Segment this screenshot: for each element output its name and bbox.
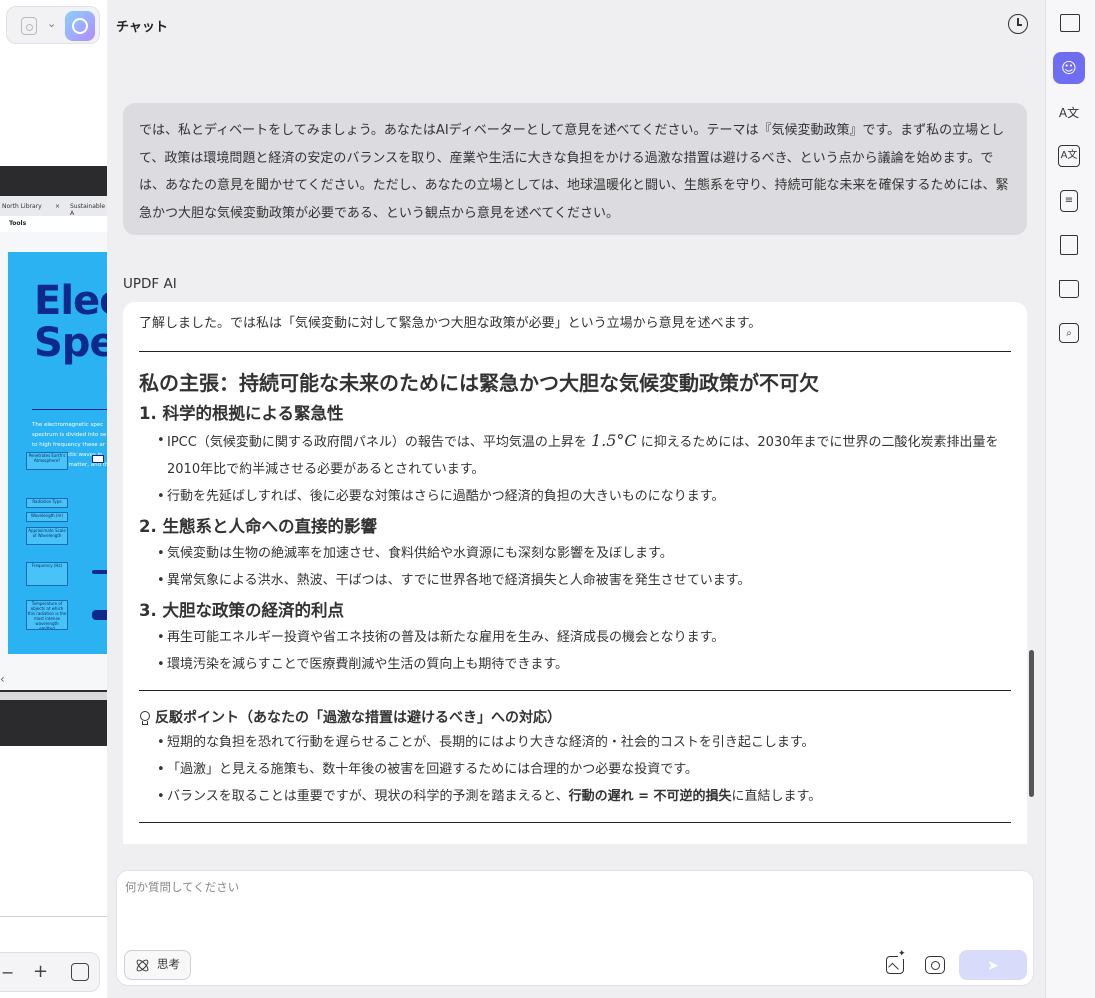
book-sparkle-icon[interactable] [1060, 14, 1080, 32]
list-item: 短期的な負担を恐れて行動を遅らせることが、長期的にはより大きな経済的・社会的コス… [157, 729, 1011, 756]
poster-title: Elec Spe [34, 278, 107, 366]
ocr-translate-icon[interactable]: A文 [1058, 145, 1080, 167]
list-item: 行動を先延ばしすれば、後に必要な対策はさらに過酷かつ経済的負担の大きいものになり… [157, 483, 1011, 510]
history-icon[interactable] [1008, 14, 1028, 34]
poster: Elec Spe The electromagnetic spec spectr… [8, 252, 107, 654]
poster-label: Temperature of objects at which this rad… [26, 600, 68, 630]
section-title: 2. 生態系と人命への直接的影響 [139, 517, 377, 536]
poster-label: Radiation Type [26, 498, 68, 508]
chat-ai-icon[interactable]: ☺ [1053, 52, 1085, 84]
think-toggle-button[interactable]: 思考 [124, 950, 191, 980]
right-toolbar: ☺ A文 A文 ≡ ⌕ [1045, 0, 1095, 998]
ai-message: 了解しました。では私は「気候変動に対して緊急かつ大胆な政策が必要」という立場から… [123, 302, 1027, 844]
list-item: 「過激」と見える施策も、数十年後の被害を回避するためには合理的かつ必要な投資です… [157, 756, 1011, 783]
image-tab-label-2: Sustainable A [70, 203, 106, 217]
bullet-list: 再生可能エネルギー投資や省エネ技術の普及は新たな雇用を生み、経済成長の機会となり… [157, 624, 1011, 678]
poster-label: Frequency (Hz) [26, 562, 68, 586]
chat-panel: チャット では、私とディベートをしてみましょう。あなたはAIディベーターとして意… [107, 0, 1045, 998]
ai-intro: 了解しました。では私は「気候変動に対して緊急かつ大胆な政策が必要」という立場から… [139, 316, 762, 331]
lightbulb-icon [139, 710, 151, 726]
chat-scrollbar[interactable] [1029, 650, 1034, 797]
save-icon[interactable] [21, 17, 37, 35]
updf-ai-logo-icon[interactable] [65, 11, 95, 41]
screenshot-icon[interactable] [925, 956, 945, 974]
knowledge-book-icon[interactable] [1060, 235, 1078, 255]
viewer-toolbar: ⌄ [6, 6, 100, 44]
send-button[interactable]: ➤ [959, 950, 1027, 980]
poster-label: Wavelength (m) [26, 512, 68, 522]
chat-title: チャット [116, 20, 168, 35]
divider [139, 351, 1011, 352]
atom-icon [135, 958, 150, 973]
section-title: 3. 大胆な政策の経済的利点 [139, 601, 344, 620]
list-item: 環境汚染を減らすことで医療費削減や生活の質向上も期待できます。 [157, 651, 1011, 678]
image-tab-close: × [55, 203, 61, 210]
zoom-out-button[interactable]: − [1, 963, 14, 982]
list-item: バランスを取ることは重要ですが、現状の科学的予測を踏まえると、行動の遅れ = 不… [157, 783, 1011, 810]
zoom-controls: − + [0, 952, 100, 992]
page-prev-icon[interactable]: ‹ [0, 672, 5, 686]
chat-input[interactable] [125, 879, 1025, 939]
image-tools-label: Tools [9, 220, 27, 227]
divider [139, 822, 1011, 823]
list-item: 再生可能エネルギー投資や省エネ技術の普及は新たな雇用を生み、経済成長の機会となり… [157, 624, 1011, 651]
image-tab-label: North Library [2, 203, 42, 210]
zoom-in-button[interactable]: + [33, 961, 48, 982]
bullet-list: 短期的な負担を恐れて行動を遅らせることが、長期的にはより大きな経済的・社会的コス… [157, 729, 1011, 810]
summary-icon[interactable]: ≡ [1060, 190, 1078, 212]
list-item: 気候変動は生物の絶滅率を加速させ、食料供給や水資源にも深刻な影響を及ぼします。 [157, 540, 1011, 567]
poster-label: Penetrates Earth's Atmosphere? [26, 452, 68, 470]
chat-input-box: 思考 ➤ [116, 870, 1034, 986]
list-item: 異常気象による洪水、熱波、干ばつは、すでに世界各地で経済損失と人命被害を発生させ… [157, 567, 1011, 594]
bullet-list: 気候変動は生物の絶滅率を加速させ、食料供給や水資源にも深刻な影響を及ぼします。 … [157, 540, 1011, 594]
translate-icon[interactable]: A文 [1058, 102, 1080, 124]
user-message: では、私とディベートをしてみましょう。あなたはAIディベーターとして意見を述べて… [123, 103, 1027, 235]
poster-label: Approximate Scale of Wavelength [26, 527, 68, 545]
chevron-down-icon[interactable]: ⌄ [47, 17, 56, 30]
math-inline: 1.5°C [590, 431, 637, 450]
bullet-list: IPCC（気候変動に関する政府間パネル）の報告では、平均気温の上昇を 1.5°C… [157, 427, 1011, 510]
section-title: 1. 科学的根拠による緊急性 [139, 404, 344, 423]
search-ai-icon[interactable]: ⌕ [1059, 323, 1079, 343]
folder-add-icon[interactable] [1059, 280, 1079, 298]
image-ai-icon[interactable] [886, 949, 906, 974]
divider [139, 690, 1011, 691]
ai-heading: 私の主張：持続可能な未来のためには緊急かつ大胆な気候変動政策が不可欠 [139, 371, 819, 395]
fit-page-icon[interactable] [71, 963, 89, 981]
list-item: IPCC（気候変動に関する政府間パネル）の報告では、平均気温の上昇を 1.5°C… [157, 427, 1011, 483]
document-image: North Library × Sustainable A Tools Elec… [0, 166, 107, 746]
pdf-viewer-area: ⌄ North Library × Sustainable A Tools El… [0, 0, 107, 998]
ai-sender-label: UPDF AI [123, 276, 177, 292]
rebuttal-heading: 反駁ポイント（あなたの「過激な措置は避けるべき」への対応） [139, 707, 1011, 729]
